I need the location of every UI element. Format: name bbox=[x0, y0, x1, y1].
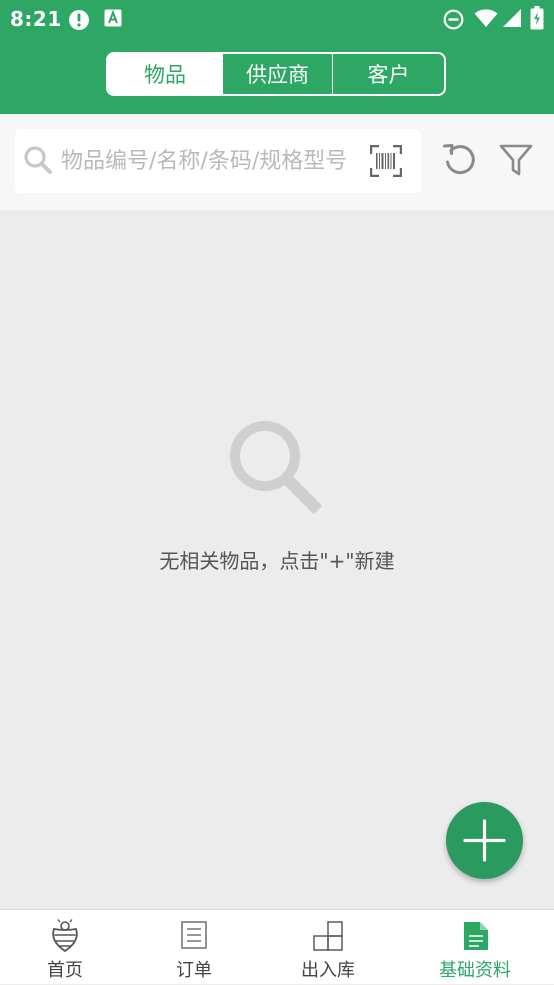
add-item-button[interactable] bbox=[446, 802, 523, 879]
nav-label-orders: 订单 bbox=[176, 960, 212, 981]
battery-charging-icon bbox=[530, 6, 544, 34]
tab-suppliers[interactable]: 供应商 bbox=[222, 54, 332, 94]
app-header: 8:21 物品 供应商 客户 bbox=[0, 0, 554, 114]
nav-item-stock[interactable]: 出入库 bbox=[263, 910, 393, 985]
search-box bbox=[15, 129, 421, 193]
nav-item-home[interactable]: 首页 bbox=[0, 910, 130, 985]
plus-icon bbox=[463, 819, 506, 862]
filter-icon[interactable] bbox=[499, 144, 533, 180]
magnifier-icon bbox=[228, 420, 328, 520]
nav-label-basic-data: 基础资料 bbox=[439, 960, 511, 981]
alert-circle-icon bbox=[68, 9, 90, 35]
cellular-signal-icon bbox=[502, 8, 522, 32]
status-bar: 8:21 bbox=[0, 0, 554, 38]
home-bee-icon bbox=[49, 919, 81, 957]
bottom-navigation: 首页 订单 出入库 基础资料 bbox=[0, 909, 554, 984]
basic-data-icon bbox=[463, 921, 489, 955]
tab-items[interactable]: 物品 bbox=[108, 54, 222, 94]
nav-label-home: 首页 bbox=[47, 960, 83, 981]
do-not-disturb-icon bbox=[443, 9, 464, 34]
refresh-icon[interactable] bbox=[442, 142, 478, 182]
order-document-icon bbox=[181, 921, 207, 953]
tab-customers[interactable]: 客户 bbox=[332, 54, 444, 94]
search-input[interactable] bbox=[61, 143, 355, 179]
wifi-icon bbox=[474, 8, 498, 32]
nav-item-orders[interactable]: 订单 bbox=[129, 910, 259, 985]
nav-item-basic-data[interactable]: 基础资料 bbox=[410, 910, 540, 985]
status-time: 8:21 bbox=[10, 7, 62, 31]
nav-label-stock: 出入库 bbox=[301, 960, 355, 981]
search-icon bbox=[23, 145, 55, 181]
scan-barcode-icon[interactable] bbox=[369, 144, 403, 181]
warehouse-boxes-icon bbox=[312, 921, 344, 955]
empty-state-message: 无相关物品，点击"+"新建 bbox=[159, 549, 395, 573]
font-a-icon bbox=[104, 9, 122, 31]
category-segmented-control: 物品 供应商 客户 bbox=[106, 52, 446, 96]
